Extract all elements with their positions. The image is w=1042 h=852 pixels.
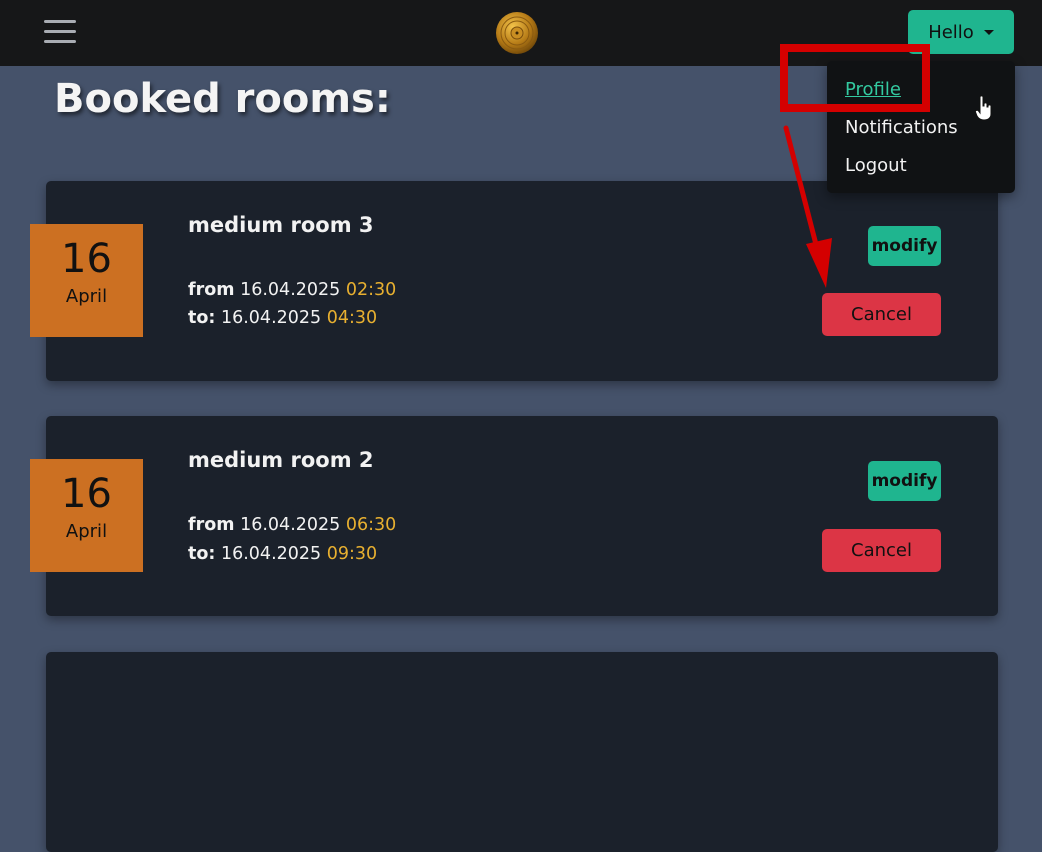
cancel-button[interactable]: Cancel (822, 529, 941, 572)
to-label: to: (188, 308, 216, 328)
from-date: 16.04.2025 (240, 280, 341, 300)
dropdown-item-logout[interactable]: Logout (827, 149, 1015, 187)
booking-day: 16 (61, 471, 112, 517)
modify-button[interactable]: modify (868, 226, 941, 266)
to-time: 04:30 (326, 308, 378, 328)
caret-down-icon (983, 29, 994, 35)
page-title: Booked rooms: (54, 76, 391, 122)
annotation-arrow-icon (783, 125, 832, 288)
booking-card (46, 652, 998, 852)
booking-to: to: 16.04.2025 04:30 (188, 308, 377, 328)
annotation-highlight-box (780, 44, 930, 112)
from-date: 16.04.2025 (240, 515, 341, 535)
booking-card: 16 April medium room 3 from 16.04.2025 0… (30, 181, 998, 381)
hand-pointer-cursor-icon (975, 95, 992, 121)
hamburger-menu-icon[interactable] (44, 18, 76, 46)
room-name: medium room 3 (188, 213, 374, 237)
booking-date-badge: 16 April (30, 224, 143, 337)
modify-button[interactable]: modify (868, 461, 941, 501)
room-name: medium room 2 (188, 448, 374, 472)
user-menu-label: Hello (928, 21, 974, 43)
from-time: 02:30 (345, 280, 397, 300)
from-time: 06:30 (345, 515, 397, 535)
booking-month: April (65, 521, 108, 542)
booking-day: 16 (61, 236, 112, 282)
from-label: from (188, 515, 235, 535)
to-time: 09:30 (326, 544, 378, 564)
booking-from: from 16.04.2025 02:30 (188, 280, 396, 300)
booking-month: April (65, 286, 108, 307)
vinyl-record-logo-icon[interactable] (495, 11, 539, 55)
to-label: to: (188, 544, 216, 564)
to-date: 16.04.2025 (220, 308, 322, 328)
from-label: from (188, 280, 235, 300)
booking-date-badge: 16 April (30, 459, 143, 572)
to-date: 16.04.2025 (220, 544, 322, 564)
booking-card: 16 April medium room 2 from 16.04.2025 0… (30, 416, 998, 616)
booking-from: from 16.04.2025 06:30 (188, 515, 396, 535)
booking-to: to: 16.04.2025 09:30 (188, 544, 377, 564)
